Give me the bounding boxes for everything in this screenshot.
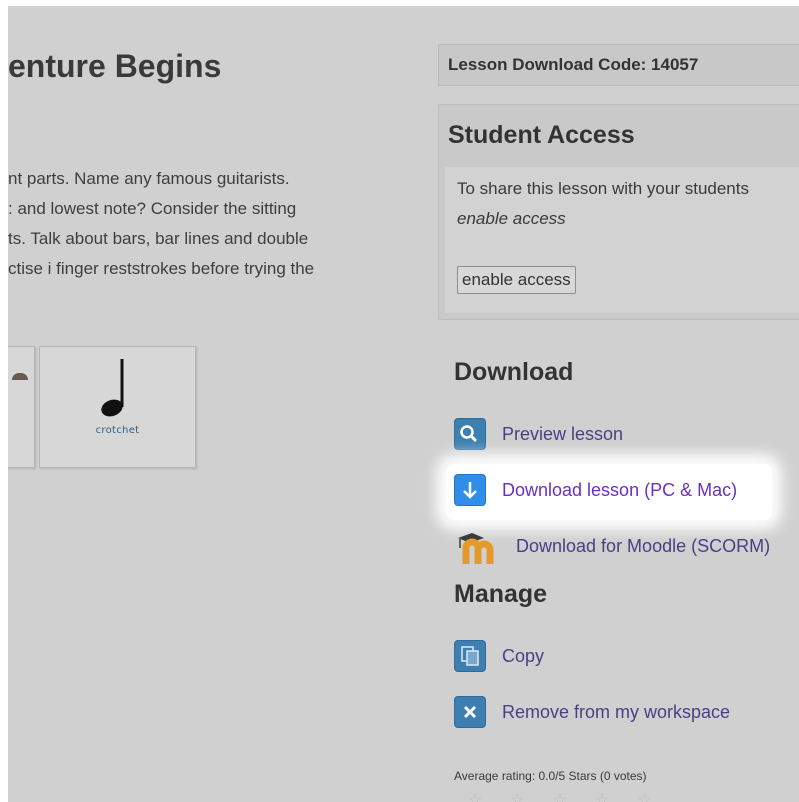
download-code-text: Lesson Download Code: 14057	[448, 55, 699, 74]
student-access-panel: Student Access To share this lesson with…	[438, 104, 799, 320]
flashcard-crotchet[interactable]: crotchet	[39, 346, 196, 468]
student-access-heading: Student Access	[448, 121, 635, 149]
remove-workspace-label[interactable]: Remove from my workspace	[502, 702, 730, 723]
download-code-box: Lesson Download Code: 14057	[438, 44, 799, 86]
magnifier-icon	[454, 418, 486, 450]
copy-label[interactable]: Copy	[502, 646, 544, 667]
student-access-text-italic: enable access	[457, 209, 566, 228]
rating-stars[interactable]: ☆☆☆☆☆	[468, 790, 680, 802]
student-access-text: To share this lesson with your students	[457, 179, 749, 198]
enable-access-button[interactable]: enable access	[457, 266, 576, 294]
remove-workspace-link[interactable]: Remove from my workspace	[454, 694, 730, 730]
lesson-title: enture Begins	[8, 48, 222, 84]
download-lesson-label[interactable]: Download lesson (PC & Mac)	[502, 480, 737, 501]
description-line: nt parts. Name any famous guitarists.	[8, 169, 290, 188]
download-moodle-label[interactable]: Download for Moodle (SCORM)	[516, 536, 770, 557]
download-heading: Download	[454, 358, 574, 386]
copy-icon	[454, 640, 486, 672]
preview-lesson-label[interactable]: Preview lesson	[502, 424, 623, 445]
flashcard-partial[interactable]	[8, 346, 35, 468]
remove-x-icon	[454, 696, 486, 728]
description-line: ts. Talk about bars, bar lines and doubl…	[8, 229, 309, 248]
download-lesson-link[interactable]: Download lesson (PC & Mac)	[454, 472, 737, 508]
lesson-page: enture Begins nt parts. Name any famous …	[8, 6, 799, 802]
crotchet-note-icon	[101, 359, 124, 417]
manage-heading: Manage	[454, 580, 548, 608]
flashcard-caption: crotchet	[95, 425, 140, 436]
note-fragment-icon	[12, 373, 28, 380]
moodle-icon	[454, 530, 500, 564]
lesson-description: nt parts. Name any famous guitarists. : …	[8, 164, 378, 284]
description-line: ctise i finger reststrokes before trying…	[8, 259, 315, 278]
student-access-body: To share this lesson with your students …	[445, 167, 799, 313]
preview-lesson-link[interactable]: Preview lesson	[454, 416, 623, 452]
download-moodle-link[interactable]: Download for Moodle (SCORM)	[454, 528, 770, 564]
average-rating-text: Average rating: 0.0/5 Stars (0 votes)	[454, 769, 647, 783]
download-arrow-icon	[454, 474, 486, 506]
copy-link[interactable]: Copy	[454, 638, 544, 674]
description-line: : and lowest note? Consider the sitting	[8, 199, 297, 218]
